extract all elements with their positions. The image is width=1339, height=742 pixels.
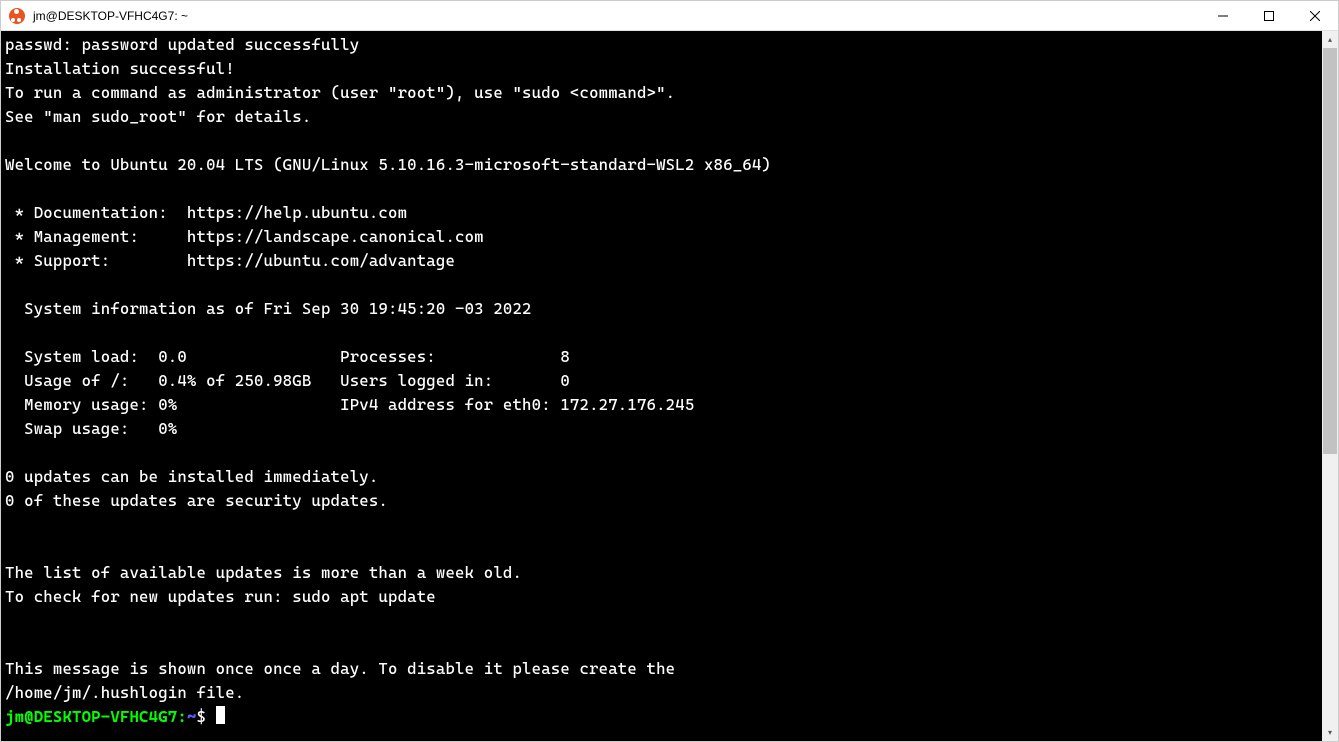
terminal-content[interactable]: passwd: password updated successfully In…: [1, 31, 1338, 731]
scrollbar-down-arrow[interactable]: ▾: [1322, 724, 1338, 741]
minimize-button[interactable]: [1200, 1, 1246, 30]
prompt-path: ~: [187, 707, 197, 726]
maximize-button[interactable]: [1246, 1, 1292, 30]
scrollbar-track[interactable]: [1322, 48, 1338, 724]
terminal-window: jm@DESKTOP-VFHC4G7: ~ passwd: password u…: [0, 0, 1339, 742]
scrollbar-thumb[interactable]: [1323, 48, 1337, 454]
titlebar[interactable]: jm@DESKTOP-VFHC4G7: ~: [1, 1, 1338, 31]
ubuntu-icon: [9, 8, 25, 24]
cursor: [216, 706, 225, 724]
close-button[interactable]: [1292, 1, 1338, 30]
prompt-separator: :: [177, 707, 187, 726]
prompt-user-host: jm@DESKTOP-VFHC4G7: [5, 707, 177, 726]
terminal-body[interactable]: passwd: password updated successfully In…: [1, 31, 1338, 741]
scrollbar[interactable]: ▴ ▾: [1322, 31, 1338, 741]
window-title: jm@DESKTOP-VFHC4G7: ~: [33, 9, 1200, 23]
window-controls: [1200, 1, 1338, 30]
scrollbar-up-arrow[interactable]: ▴: [1322, 31, 1338, 48]
prompt-symbol: $: [197, 707, 207, 726]
terminal-output: passwd: password updated successfully In…: [5, 35, 771, 702]
